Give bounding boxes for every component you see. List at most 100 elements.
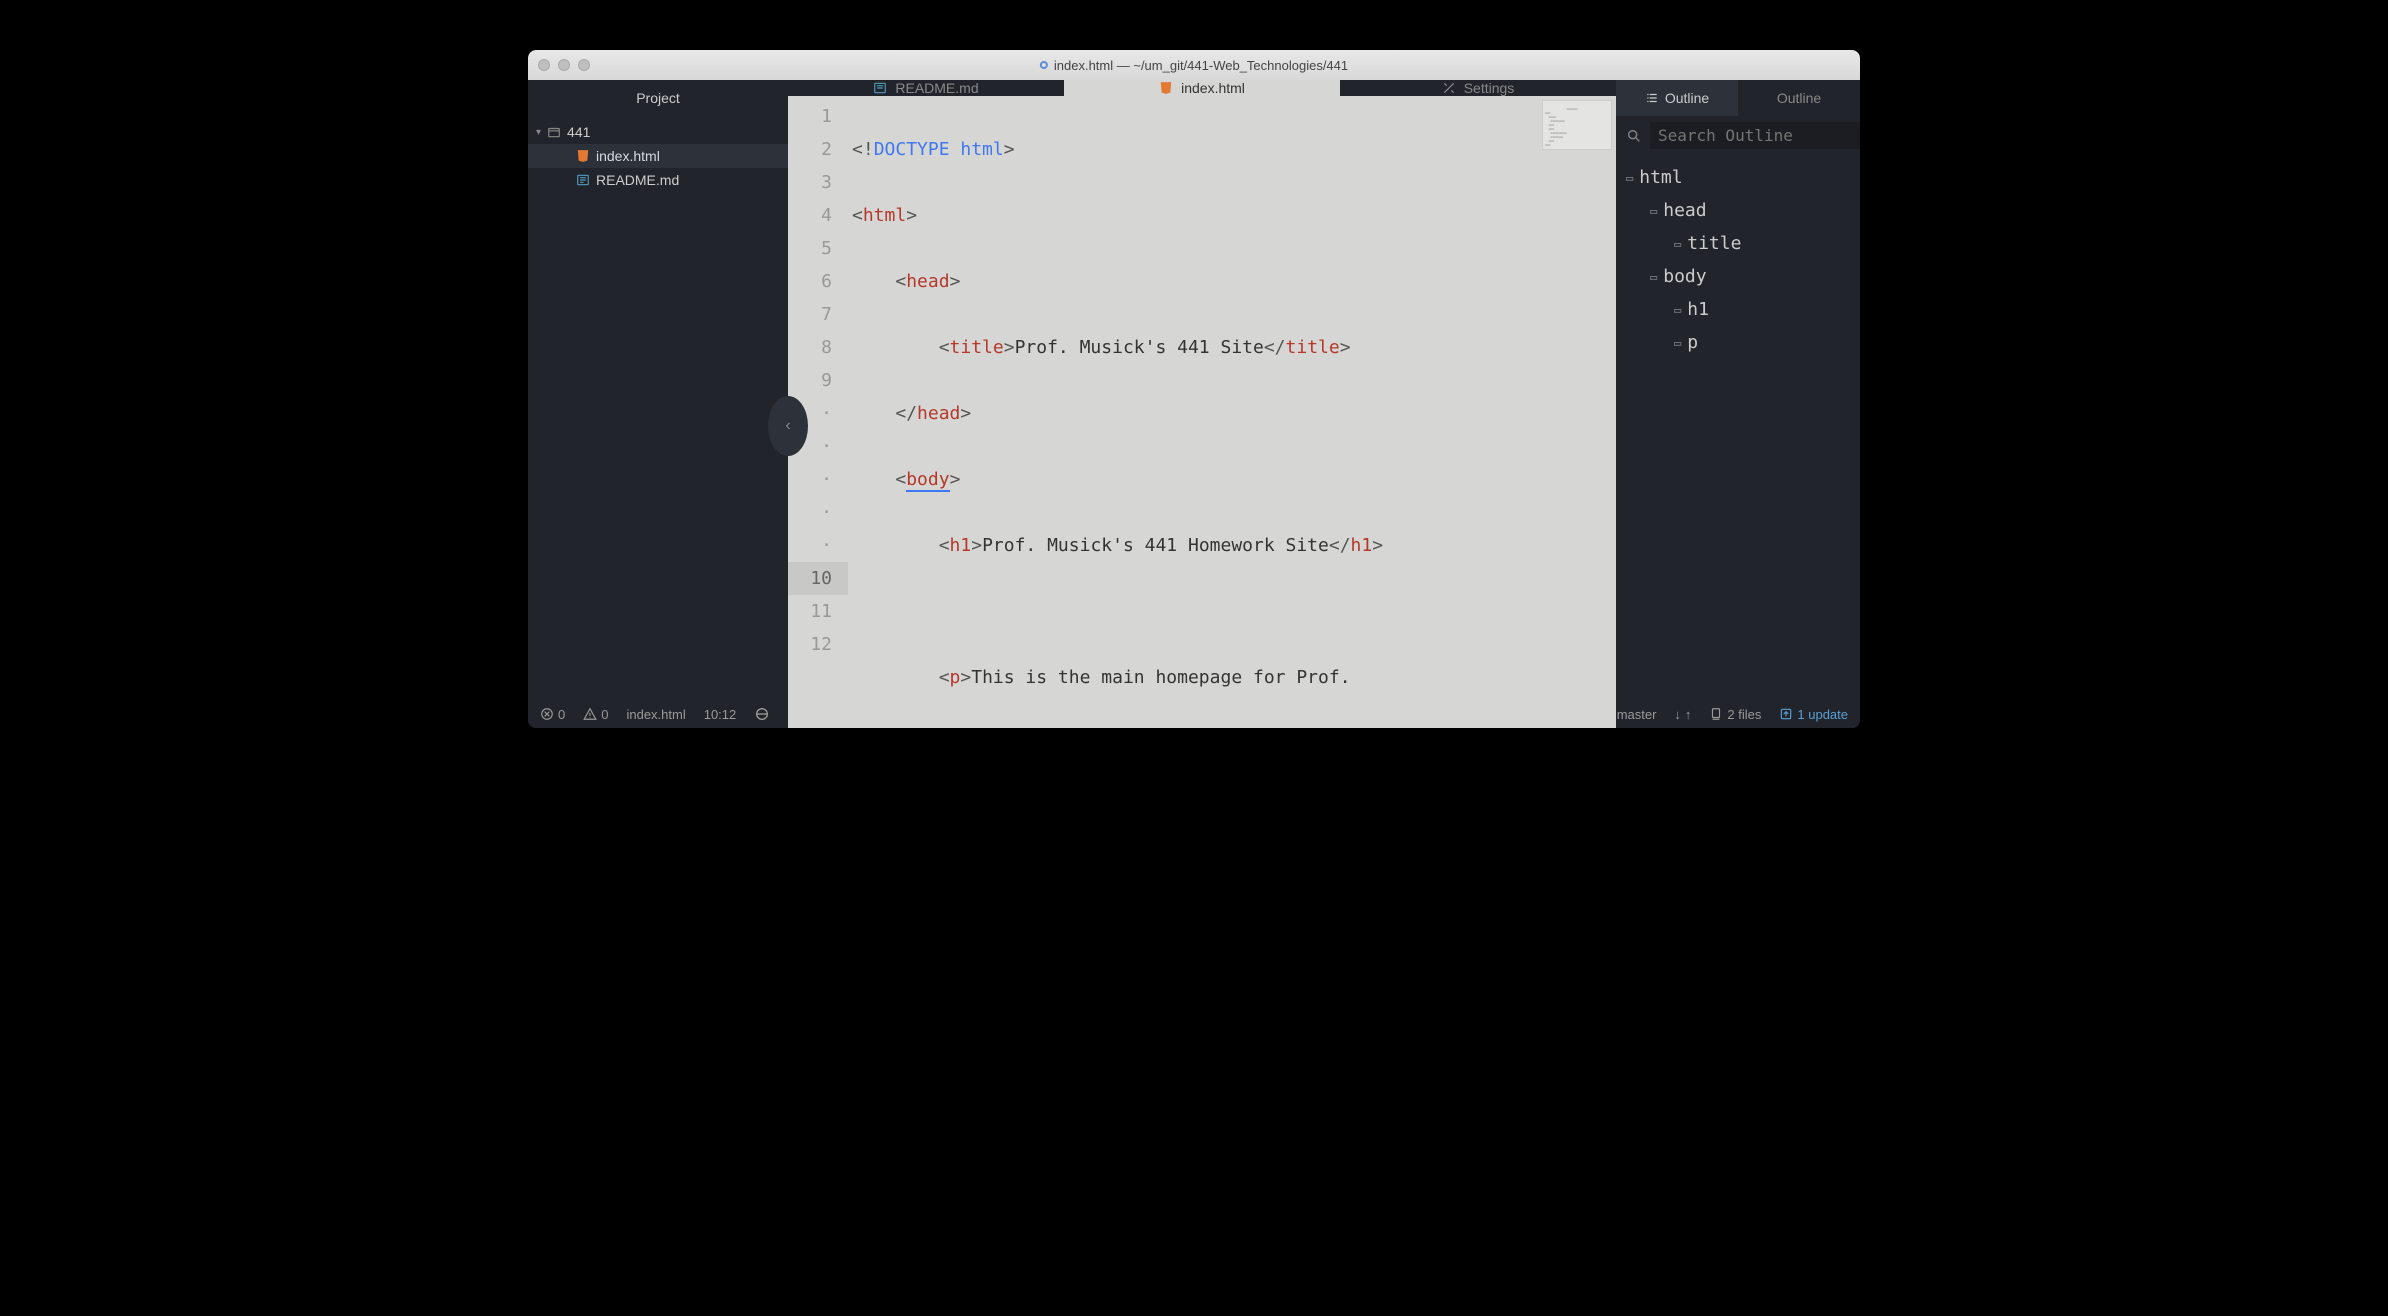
sidebar-right: Outline Outline ▭ html ▭ head xyxy=(1616,80,1860,700)
tree-root-label: 441 xyxy=(567,124,590,140)
outline-label: p xyxy=(1687,332,1698,353)
outline-item[interactable]: ▭ title xyxy=(1616,227,1860,260)
outline-item[interactable]: ▭ body xyxy=(1616,260,1860,293)
collapse-sidebar-button[interactable]: ‹ xyxy=(768,396,808,456)
tree-file-label: index.html xyxy=(596,148,660,164)
project-header: Project xyxy=(528,80,788,116)
outline-tab-inactive[interactable]: Outline xyxy=(1738,80,1860,116)
list-icon xyxy=(1645,91,1659,105)
files-count-label: 2 files xyxy=(1727,707,1761,722)
outline-node-icon: ▭ xyxy=(1626,171,1633,185)
close-window-button[interactable] xyxy=(538,59,550,71)
outline-item[interactable]: ▭ html xyxy=(1616,161,1860,194)
tab-label: Settings xyxy=(1464,80,1515,96)
md-file-icon xyxy=(576,173,590,187)
line-number: 3 xyxy=(788,166,848,199)
md-file-icon xyxy=(873,81,887,95)
chevron-down-icon: ▾ xyxy=(536,127,541,138)
outline-label: body xyxy=(1663,266,1706,287)
minimap[interactable]: ▬▬▬▬▬▬▬▬▬ ▬▬▬▬ ▬▬▬▬▬▬▬▬ ▬▬▬ ▬▬▬ ▬▬▬▬▬▬▬▬… xyxy=(1542,100,1612,150)
outline-label: head xyxy=(1663,200,1706,221)
outline-label: title xyxy=(1687,233,1741,254)
editor-window: index.html — ~/um_git/441-Web_Technologi… xyxy=(528,50,1860,728)
arrow-up-icon: ↑ xyxy=(1685,707,1692,722)
outline-node-icon: ▭ xyxy=(1674,237,1681,251)
update-label: 1 update xyxy=(1797,707,1848,722)
minimize-window-button[interactable] xyxy=(558,59,570,71)
html-file-icon xyxy=(576,149,590,163)
modified-dot-icon xyxy=(1040,61,1048,69)
files-icon xyxy=(1709,707,1723,721)
editor-area: README.md index.html Settings ‹ xyxy=(788,80,1616,700)
line-number: 12 xyxy=(788,628,848,661)
line-number: 2 xyxy=(788,133,848,166)
outline-search xyxy=(1616,116,1860,155)
tree-file-index[interactable]: index.html xyxy=(528,144,788,168)
line-number: 9 xyxy=(788,364,848,397)
tree-file-readme[interactable]: README.md xyxy=(528,168,788,192)
status-cursor-position[interactable]: 10:12 xyxy=(704,707,737,722)
status-filename[interactable]: index.html xyxy=(626,707,685,722)
outline-tab-active[interactable]: Outline xyxy=(1616,80,1738,116)
outline-label: h1 xyxy=(1687,299,1709,320)
window-title: index.html — ~/um_git/441-Web_Technologi… xyxy=(1040,58,1348,73)
outline-label: html xyxy=(1639,167,1682,188)
tab-label: index.html xyxy=(1181,80,1245,96)
outline-node-icon: ▭ xyxy=(1650,270,1657,284)
tab-readme[interactable]: README.md xyxy=(788,80,1064,96)
warning-count: 0 xyxy=(601,707,608,722)
warning-icon xyxy=(583,707,597,721)
line-number: 4 xyxy=(788,199,848,232)
file-tree: ▾ 441 index.html README.md xyxy=(528,116,788,196)
tree-file-label: README.md xyxy=(596,172,679,188)
error-count: 0 xyxy=(558,707,565,722)
tabs-row: README.md index.html Settings xyxy=(788,80,1616,96)
error-icon xyxy=(540,707,554,721)
outline-tree: ▭ html ▭ head ▭ title ▭ body ▭ h1 xyxy=(1616,155,1860,365)
outline-tabs: Outline Outline xyxy=(1616,80,1860,116)
tab-label: README.md xyxy=(895,80,978,96)
window-title-text: index.html — ~/um_git/441-Web_Technologi… xyxy=(1054,58,1348,73)
update-icon xyxy=(1779,707,1793,721)
status-files-count[interactable]: 2 files xyxy=(1709,707,1761,722)
outline-tab-label: Outline xyxy=(1665,90,1709,106)
status-warnings[interactable]: 0 xyxy=(583,707,608,722)
arrow-down-icon: ↓ xyxy=(1674,707,1681,722)
tab-index[interactable]: index.html xyxy=(1064,80,1340,96)
settings-icon xyxy=(1442,81,1456,95)
line-number: 6 xyxy=(788,265,848,298)
outline-node-icon: ▭ xyxy=(1650,204,1657,218)
main-area: Project ▾ 441 index.html xyxy=(528,80,1860,700)
line-number: 10 xyxy=(788,562,848,595)
folder-icon xyxy=(547,125,561,139)
status-errors[interactable]: 0 xyxy=(540,707,565,722)
tab-settings[interactable]: Settings xyxy=(1340,80,1616,96)
titlebar: index.html — ~/um_git/441-Web_Technologi… xyxy=(528,50,1860,80)
code-content[interactable]: <!DOCTYPE html> <html> <head> <title>Pro… xyxy=(848,96,1616,728)
outline-node-icon: ▭ xyxy=(1674,303,1681,317)
wrap-indicator: · xyxy=(788,496,848,529)
outline-item[interactable]: ▭ p xyxy=(1616,326,1860,359)
line-number: 7 xyxy=(788,298,848,331)
chevron-left-icon: ‹ xyxy=(785,417,790,435)
editor[interactable]: ‹ 1 2 3 4 5 6 7 8 9 · · · · · 10 xyxy=(788,96,1616,728)
sidebar-left: Project ▾ 441 index.html xyxy=(528,80,788,700)
status-fetch[interactable]: ↓ ↑ xyxy=(1674,707,1691,722)
line-number: 11 xyxy=(788,595,848,628)
outline-tab-label: Outline xyxy=(1777,90,1821,106)
search-icon xyxy=(1626,128,1642,144)
zoom-window-button[interactable] xyxy=(578,59,590,71)
tree-root-folder[interactable]: ▾ 441 xyxy=(528,120,788,144)
outline-node-icon: ▭ xyxy=(1674,336,1681,350)
outline-item[interactable]: ▭ head xyxy=(1616,194,1860,227)
line-number: 5 xyxy=(788,232,848,265)
branch-name: master xyxy=(1617,707,1657,722)
outline-search-input[interactable] xyxy=(1650,122,1860,149)
wrap-indicator: · xyxy=(788,463,848,496)
wrap-indicator: · xyxy=(788,529,848,562)
outline-item[interactable]: ▭ h1 xyxy=(1616,293,1860,326)
traffic-lights xyxy=(538,59,590,71)
line-number: 1 xyxy=(788,100,848,133)
status-update[interactable]: 1 update xyxy=(1779,707,1848,722)
browser-ie-icon[interactable] xyxy=(754,706,770,722)
